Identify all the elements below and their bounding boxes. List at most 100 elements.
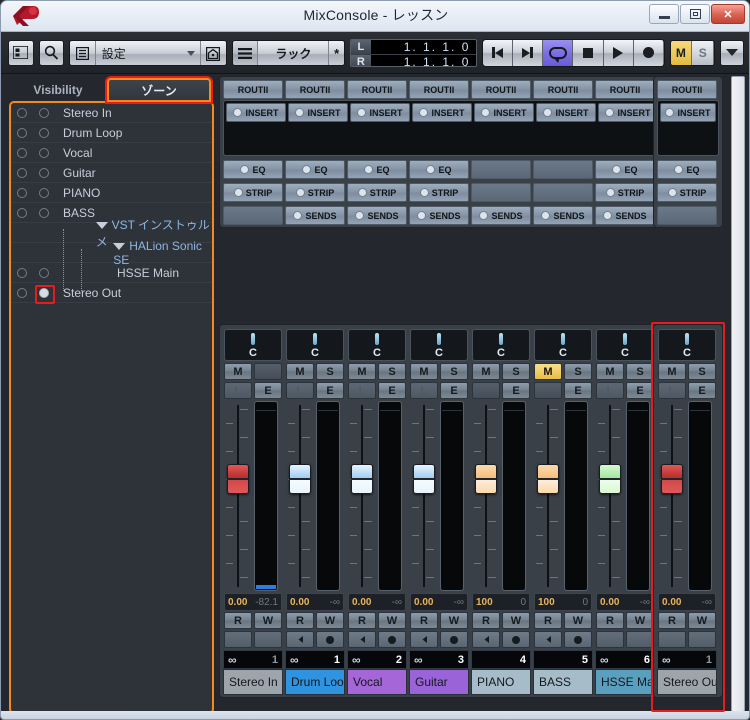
automation-read-button[interactable]: R — [658, 612, 686, 629]
strip-cell[interactable]: STRIP — [285, 183, 345, 202]
inserts-led-icon[interactable] — [357, 108, 367, 117]
tab-visibility[interactable]: Visibility — [9, 78, 107, 102]
inserts-cell[interactable]: INSERT — [350, 103, 410, 122]
zone-visibility-dot[interactable] — [17, 287, 27, 298]
inserts-cell[interactable]: INSERT — [288, 103, 348, 122]
rack-button[interactable]: ラック — [258, 40, 330, 65]
gain-peak-readout[interactable]: 0.00 -∞ — [410, 593, 468, 611]
listen-button[interactable] — [472, 382, 500, 399]
channel-name[interactable]: PIANO — [471, 669, 531, 695]
monitor-button[interactable] — [534, 631, 562, 648]
monitor-button[interactable] — [410, 631, 438, 648]
edit-button[interactable]: E — [316, 382, 344, 399]
inserts-led-icon[interactable] — [295, 108, 305, 117]
eq-cell[interactable]: EQ — [223, 160, 283, 179]
solo-button[interactable]: S — [316, 363, 344, 380]
solo-button[interactable] — [254, 363, 282, 380]
mute-button[interactable]: M — [348, 363, 376, 380]
routing-cell[interactable]: ROUTII — [471, 80, 531, 99]
automation-write-button[interactable]: W — [564, 612, 592, 629]
strip-led-icon[interactable] — [605, 188, 615, 197]
expand-triangle-icon[interactable] — [113, 242, 126, 250]
inserts-cell[interactable]: INSERT — [660, 103, 716, 122]
listen-button[interactable] — [534, 382, 562, 399]
automation-read-button[interactable]: R — [410, 612, 438, 629]
inserts-cell[interactable]: INSERT — [412, 103, 472, 122]
zone-visibility-dot[interactable] — [17, 127, 27, 138]
inserts-slot-area[interactable] — [659, 122, 717, 154]
strip-led-icon[interactable] — [233, 188, 243, 197]
show-left-panel-icon[interactable] — [8, 39, 34, 66]
search-icon[interactable] — [38, 39, 65, 66]
pan-control[interactable]: C — [658, 329, 716, 361]
gain-peak-readout[interactable]: 0.00 -∞ — [286, 593, 344, 611]
pan-control[interactable]: C — [224, 329, 282, 361]
minimize-button[interactable] — [649, 4, 679, 24]
solo-button[interactable]: S — [378, 363, 406, 380]
automation-write-button[interactable]: W — [254, 612, 282, 629]
go-to-end-button[interactable] — [513, 39, 544, 66]
listen-button[interactable]: L — [658, 382, 686, 399]
solo-button[interactable]: S — [626, 363, 654, 380]
mute-button[interactable]: M — [534, 363, 562, 380]
automation-write-button[interactable]: W — [378, 612, 406, 629]
fader-handle[interactable] — [351, 464, 373, 495]
zone-visibility-dot[interactable] — [17, 207, 27, 218]
eq-led-icon[interactable] — [426, 165, 436, 174]
volume-fader[interactable] — [596, 401, 623, 591]
edit-button[interactable]: E — [626, 382, 654, 399]
fader-handle[interactable] — [661, 464, 683, 495]
zone-assign-dot[interactable] — [39, 267, 49, 278]
channel-name[interactable]: Guitar — [409, 669, 469, 695]
inserts-slot-area[interactable] — [225, 122, 713, 154]
inserts-cell[interactable]: INSERT — [474, 103, 534, 122]
listen-button[interactable]: L — [348, 382, 376, 399]
mute-button[interactable]: M — [596, 363, 624, 380]
zone-row-8[interactable]: HSSE Main — [11, 263, 212, 283]
sends-led-icon[interactable] — [293, 211, 303, 220]
volume-fader[interactable] — [348, 401, 375, 591]
routing-cell[interactable]: ROUTII — [347, 80, 407, 99]
automation-read-button[interactable]: R — [224, 612, 252, 629]
automation-read-button[interactable]: R — [596, 612, 624, 629]
solo-button[interactable]: S — [502, 363, 530, 380]
sends-led-icon[interactable] — [541, 211, 551, 220]
pan-control[interactable]: C — [596, 329, 654, 361]
monitor-button[interactable] — [596, 631, 624, 648]
pan-control[interactable]: C — [534, 329, 592, 361]
zone-row-4[interactable]: PIANO — [11, 183, 212, 203]
zone-row-3[interactable]: Guitar — [11, 163, 212, 183]
record-enable-button[interactable] — [254, 631, 282, 648]
record-enable-button[interactable] — [378, 631, 406, 648]
mute-button[interactable]: M — [286, 363, 314, 380]
zone-row-0[interactable]: Stereo In — [11, 103, 212, 123]
monitor-button[interactable] — [348, 631, 376, 648]
gain-peak-readout[interactable]: 100 0 — [472, 593, 530, 611]
mute-button[interactable]: M — [224, 363, 252, 380]
pan-control[interactable]: C — [410, 329, 468, 361]
monitor-button[interactable] — [472, 631, 500, 648]
zone-visibility-dot[interactable] — [17, 107, 27, 118]
edit-button[interactable]: E — [254, 382, 282, 399]
stop-button[interactable] — [573, 39, 604, 66]
record-enable-button[interactable] — [626, 631, 654, 648]
eq-cell[interactable]: EQ — [285, 160, 345, 179]
volume-fader[interactable] — [658, 401, 685, 591]
listen-button[interactable]: L — [286, 382, 314, 399]
inserts-cell[interactable]: INSERT — [536, 103, 596, 122]
inserts-cell[interactable]: INSERT — [226, 103, 286, 122]
settings-select[interactable]: 設定 — [95, 40, 201, 65]
sends-cell[interactable]: SENDS — [285, 206, 345, 225]
eq-cell[interactable]: EQ — [595, 160, 655, 179]
strip-led-icon[interactable] — [419, 188, 429, 197]
zone-visibility-dot[interactable] — [17, 147, 27, 158]
eq-led-icon[interactable] — [612, 165, 622, 174]
strip-cell[interactable]: STRIP — [595, 183, 655, 202]
solo-button[interactable]: S — [688, 363, 716, 380]
sends-cell[interactable]: SENDS — [347, 206, 407, 225]
routing-cell[interactable]: ROUTII — [285, 80, 345, 99]
volume-fader[interactable] — [534, 401, 561, 591]
listen-button[interactable]: L — [596, 382, 624, 399]
inserts-led-icon[interactable] — [543, 108, 553, 117]
eq-led-icon[interactable] — [674, 165, 684, 174]
